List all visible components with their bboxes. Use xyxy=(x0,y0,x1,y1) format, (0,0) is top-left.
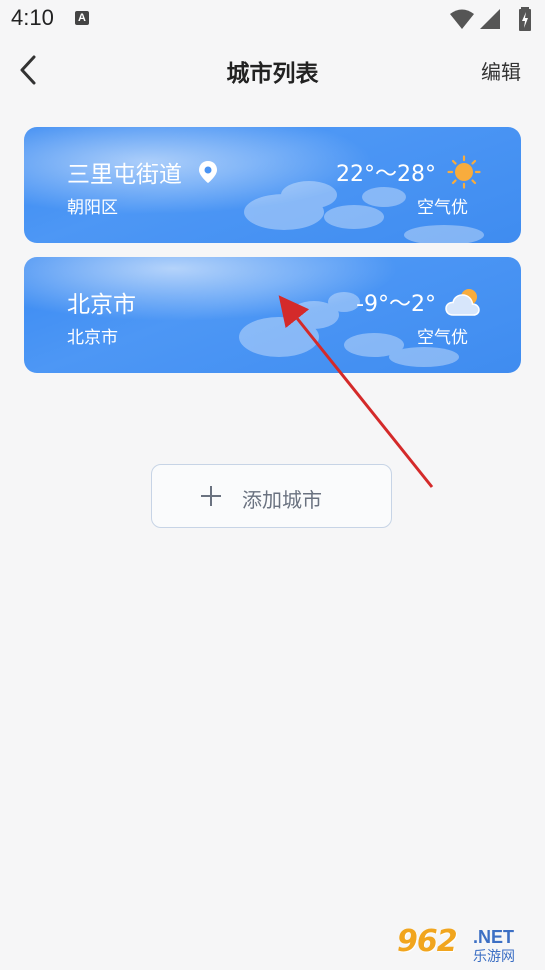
a-icon: A xyxy=(75,11,89,25)
sun-icon xyxy=(447,155,481,189)
wifi-icon xyxy=(450,9,474,29)
district-name: 北京市 xyxy=(67,328,118,348)
city-card[interactable]: 三里屯街道 朝阳区 22°～28° 空气优 xyxy=(24,127,521,243)
city-card[interactable]: 北京市 北京市 -9°～2° 空气优 xyxy=(24,257,521,373)
city-name: 北京市 xyxy=(67,292,136,318)
add-city-button[interactable]: 添加城市 xyxy=(151,464,392,528)
temperature-range: -9°～2° xyxy=(356,292,436,317)
watermark-brand: 962 xyxy=(397,924,458,959)
add-city-label: 添加城市 xyxy=(242,488,322,512)
partly-cloudy-icon xyxy=(445,289,480,316)
app-bar: 城市列表 编辑 xyxy=(0,38,545,102)
status-bar: 4:10 A xyxy=(0,0,545,38)
watermark-logo: 962 .NET 乐游网 xyxy=(397,924,537,966)
status-time: 4:10 xyxy=(11,5,54,30)
city-name: 三里屯街道 xyxy=(67,162,182,188)
district-name: 朝阳区 xyxy=(67,198,118,218)
air-quality: 空气优 xyxy=(417,328,468,348)
air-quality: 空气优 xyxy=(417,198,468,218)
plus-icon xyxy=(201,486,221,506)
temperature-range: 22°～28° xyxy=(336,162,436,187)
watermark-domain: .NET xyxy=(473,927,515,947)
location-pin-icon xyxy=(199,161,217,183)
edit-button[interactable]: 编辑 xyxy=(481,56,521,85)
watermark-name: 乐游网 xyxy=(473,949,515,965)
battery-charging-icon xyxy=(519,7,531,31)
signal-icon xyxy=(480,9,500,29)
page-title: 城市列表 xyxy=(226,61,319,87)
